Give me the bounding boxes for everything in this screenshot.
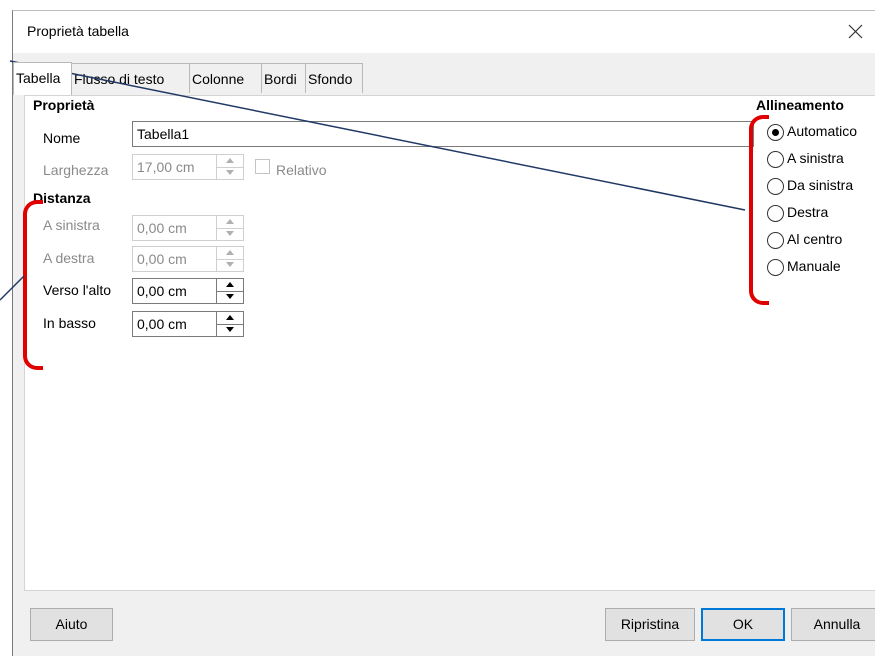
tab-tabella[interactable]: Tabella: [13, 62, 72, 95]
annotation-line-to-allineamento: [9, 60, 746, 211]
annotation-line-to-distanza: [0, 275, 25, 301]
annotation-callout-lines: [0, 60, 746, 301]
